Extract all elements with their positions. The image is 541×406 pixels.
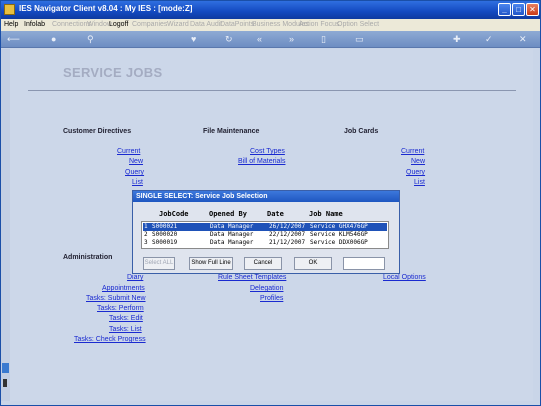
row-number: 1 <box>144 223 148 230</box>
bill-of-materials-link[interactable]: Bill of Materials <box>238 158 285 165</box>
job-cards-current-link[interactable]: Current <box>401 148 424 155</box>
close-icon[interactable]: ✕ <box>519 34 527 45</box>
delegation-link[interactable]: Delegation <box>250 285 283 292</box>
job-list[interactable]: 1 S000021 Data Manager 26/12/2007 Servic… <box>141 221 389 249</box>
tasks-list-link[interactable]: Tasks: List <box>109 326 142 333</box>
menu-companies[interactable]: Companies <box>132 21 167 28</box>
quick-find-input[interactable] <box>343 257 385 270</box>
check-icon[interactable]: ✓ <box>485 34 493 45</box>
settings-icon[interactable]: ✚ <box>453 34 461 45</box>
menu-wizard[interactable]: Wizard <box>167 21 189 28</box>
job-date: 26/12/2007 <box>269 223 306 230</box>
opened-by: Data Manager <box>210 239 254 246</box>
job-cards-query-link[interactable]: Query <box>406 169 425 176</box>
cancel-button[interactable]: Cancel <box>244 257 282 270</box>
dialog-title: SINGLE SELECT: Service Job Selection <box>133 191 399 202</box>
appointments-link[interactable]: Appointments <box>102 285 145 292</box>
menu-infolab[interactable]: Infolab <box>24 21 45 28</box>
job-name: Service KLM546GP <box>310 231 368 238</box>
column-header-jobcode[interactable]: JobCode <box>159 210 189 218</box>
help-icon[interactable] <box>2 363 9 373</box>
menu-connections[interactable]: Connections <box>52 21 91 28</box>
table-row[interactable]: 3 S000019 Data Manager 21/12/2007 Servic… <box>143 239 387 247</box>
refresh-icon[interactable]: ↻ <box>225 34 233 45</box>
column-header-job-name[interactable]: Job Name <box>309 210 343 218</box>
menu-help[interactable]: Help <box>4 21 18 28</box>
search-icon[interactable]: ⚲ <box>87 34 94 45</box>
customer-current-link[interactable]: Current <box>117 148 141 155</box>
opened-by: Data Manager <box>210 223 254 230</box>
column-header-date[interactable]: Date <box>267 210 284 218</box>
clipboard-icon[interactable]: ▯ <box>321 34 326 45</box>
customer-query-link[interactable]: Query <box>125 169 144 176</box>
job-code: S000019 <box>152 239 178 246</box>
row-number: 2 <box>144 231 148 238</box>
app-icon <box>4 4 15 15</box>
select-all-button[interactable]: Select ALL <box>143 257 175 270</box>
job-code: S000020 <box>152 231 178 238</box>
customer-list-link[interactable]: List <box>132 179 143 186</box>
minimize-button[interactable]: _ <box>498 3 511 16</box>
administration-heading: Administration <box>63 254 113 261</box>
menu-data-audit[interactable]: Data Audit <box>190 21 222 28</box>
menu-logoff[interactable]: Logoff <box>109 21 128 28</box>
tasks-check-progress-link[interactable]: Tasks: Check Progress <box>74 336 146 343</box>
customer-new-link[interactable]: New <box>129 158 143 165</box>
customer-directives-heading: Customer Directives <box>63 128 132 135</box>
job-code: S000021 <box>152 223 178 230</box>
row-number: 3 <box>144 239 148 246</box>
app-window: IES Navigator Client v8.04 : My IES : [m… <box>0 0 541 406</box>
page-title: SERVICE JOBS <box>63 65 163 80</box>
job-name: Service DDX006GP <box>310 239 368 246</box>
info-marker-icon <box>3 379 7 387</box>
tasks-edit-link[interactable]: Tasks: Edit <box>109 315 143 322</box>
job-date: 21/12/2007 <box>269 239 306 246</box>
title-bar: IES Navigator Client v8.04 : My IES : [m… <box>1 1 540 19</box>
divider <box>28 90 516 91</box>
cost-types-link[interactable]: Cost Types <box>250 148 285 155</box>
tasks-perform-link[interactable]: Tasks: Perform <box>97 305 144 312</box>
show-full-line-button[interactable]: Show Full Line <box>189 257 233 270</box>
menu-option-select[interactable]: Option Select <box>337 21 379 28</box>
column-header-opened-by[interactable]: Opened By <box>209 210 247 218</box>
rule-sheet-templates-link[interactable]: Rule Sheet Templates <box>218 274 286 281</box>
rewind-icon[interactable]: « <box>257 34 262 45</box>
menu-datapoints[interactable]: DataPoints <box>220 21 254 28</box>
document-icon[interactable]: ▭ <box>355 34 364 45</box>
job-date: 22/12/2007 <box>269 231 306 238</box>
ok-button[interactable]: OK <box>294 257 332 270</box>
maximize-button[interactable]: □ <box>512 3 525 16</box>
service-job-selection-dialog: SINGLE SELECT: Service Job Selection Job… <box>132 190 400 274</box>
table-row[interactable]: 1 S000021 Data Manager 26/12/2007 Servic… <box>143 223 387 231</box>
close-button[interactable]: ✕ <box>526 3 539 16</box>
diary-link[interactable]: Diary <box>127 274 143 281</box>
profiles-link[interactable]: Profiles <box>260 295 283 302</box>
tasks-submit-new-link[interactable]: Tasks: Submit New <box>86 295 146 302</box>
fast-forward-icon[interactable]: » <box>289 34 294 45</box>
side-strip <box>1 49 10 401</box>
job-cards-new-link[interactable]: New <box>411 158 425 165</box>
back-icon[interactable]: ⟵ <box>7 34 20 45</box>
opened-by: Data Manager <box>210 231 254 238</box>
window-title: IES Navigator Client v8.04 : My IES : [m… <box>19 4 193 13</box>
job-name: Service GHX476GP <box>310 223 368 230</box>
job-cards-heading: Job Cards <box>344 128 379 135</box>
menu-action-focus[interactable]: Action Focus <box>299 21 339 28</box>
menu-bar: Help Infolab Connections Window Logoff C… <box>1 19 540 31</box>
toolbar: ⟵ ● ⚲ ♥ ↻ « » ▯ ▭ ✚ ✓ ✕ <box>1 31 540 48</box>
file-maintenance-heading: File Maintenance <box>203 128 260 135</box>
local-options-link[interactable]: Local Options <box>383 274 426 281</box>
heart-icon[interactable]: ♥ <box>191 34 196 45</box>
job-cards-list-link[interactable]: List <box>414 179 425 186</box>
table-row[interactable]: 2 S000020 Data Manager 22/12/2007 Servic… <box>143 231 387 239</box>
info-icon[interactable]: ● <box>51 34 56 45</box>
